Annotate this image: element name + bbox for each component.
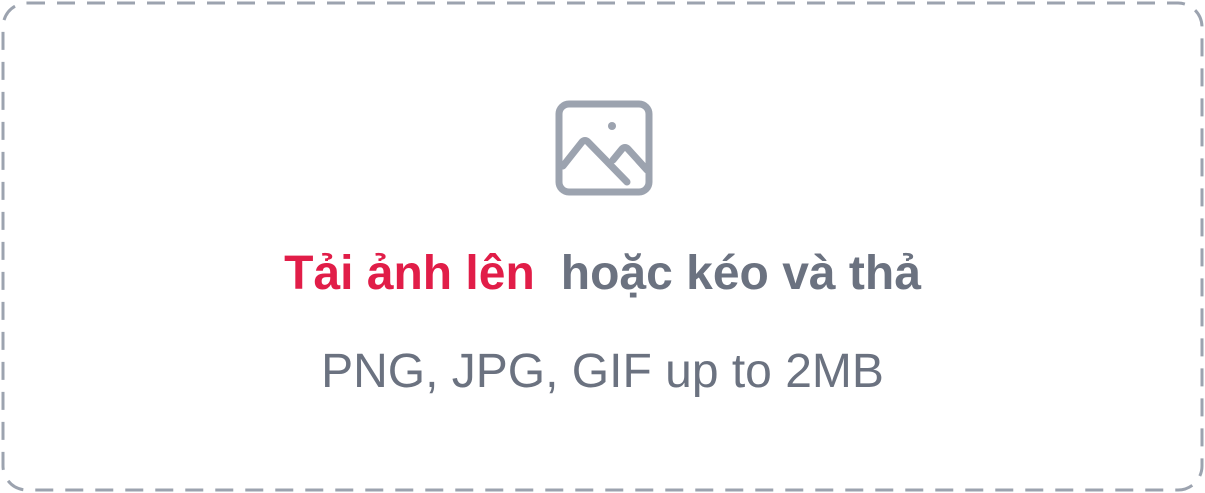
dropzone-content: Tải ảnh lên hoặc kéo và thả PNG, JPG, GIF…	[0, 0, 1205, 493]
image-icon	[555, 100, 653, 196]
image-upload-dropzone[interactable]: Tải ảnh lên hoặc kéo và thả PNG, JPG, GIF…	[0, 0, 1205, 493]
upload-prompt: Tải ảnh lên hoặc kéo và thả	[0, 238, 1205, 310]
file-type-hint: PNG, JPG, GIF up to 2MB	[321, 345, 884, 398]
upload-link[interactable]: Tải ảnh lên	[284, 247, 535, 300]
drag-drop-text: hoặc kéo và thả	[560, 247, 921, 300]
